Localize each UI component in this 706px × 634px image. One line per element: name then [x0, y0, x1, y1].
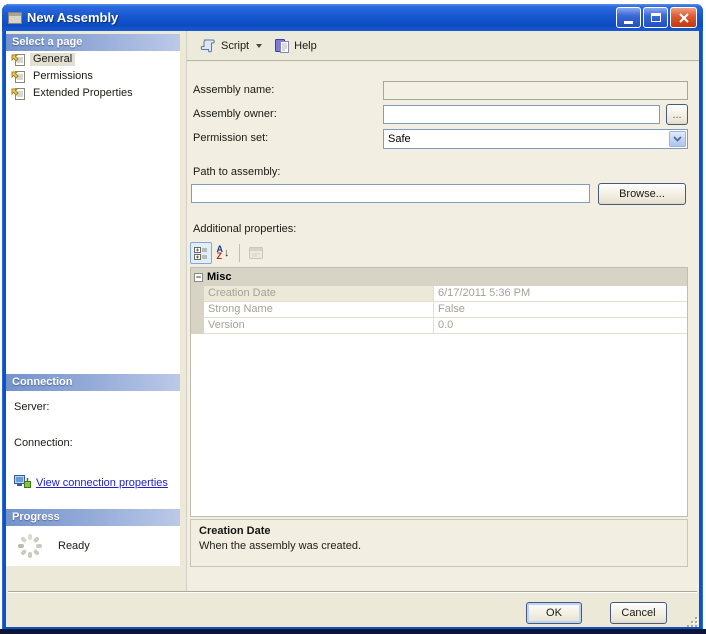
browse-button[interactable]: Browse...: [598, 183, 686, 205]
property-value: 6/17/2011 5:36 PM: [434, 286, 687, 302]
property-description-title: Creation Date: [199, 525, 271, 537]
categorized-icon: [194, 247, 207, 260]
window-title: New Assembly: [27, 10, 119, 25]
permission-set-label: Permission set:: [193, 132, 269, 144]
window-controls: [616, 7, 697, 28]
assembly-name-field: [383, 81, 688, 100]
sidebar-item-label: Extended Properties: [33, 87, 133, 99]
minimize-icon: [624, 21, 633, 24]
view-connection-properties-label: View connection properties: [36, 476, 168, 489]
row-indent: [191, 318, 204, 334]
row-indent: [191, 286, 204, 302]
help-button[interactable]: Help: [270, 36, 321, 56]
property-grid-toolbar: AZ ↓: [190, 241, 267, 265]
row-indent: [191, 302, 204, 318]
property-name: Creation Date: [204, 286, 434, 302]
sidebar-item-extended-properties[interactable]: Extended Properties: [6, 85, 180, 102]
maximize-button[interactable]: [643, 7, 668, 28]
path-to-assembly-label: Path to assembly:: [193, 166, 281, 178]
script-dropdown-icon: [256, 43, 263, 48]
footer-divider: [8, 591, 697, 593]
close-icon: [678, 12, 689, 23]
page-list: General Permissions Extended Properties: [6, 51, 180, 374]
connection-header: Connection: [6, 374, 180, 391]
path-to-assembly-field[interactable]: [191, 184, 590, 203]
progress-header: Progress: [6, 509, 180, 526]
alphabetical-sort-button[interactable]: AZ ↓: [212, 242, 234, 264]
page-icon: [11, 70, 25, 83]
property-description-text: When the assembly was created.: [199, 540, 362, 552]
script-icon: [200, 39, 215, 52]
script-button[interactable]: Script: [195, 36, 266, 56]
progress-spinner-icon: [18, 534, 42, 558]
owner-browse-button[interactable]: ...: [666, 104, 688, 125]
chevron-down-icon: [673, 136, 682, 142]
property-description-pane: Creation Date When the assembly was crea…: [190, 519, 688, 567]
sidebar-item-label: General: [30, 53, 76, 66]
property-name: Strong Name: [204, 302, 434, 318]
maximize-icon: [650, 13, 661, 22]
connection-label: Connection:: [14, 437, 73, 449]
property-grid: − Misc Creation Date 6/17/2011 5:36 PM S…: [190, 267, 688, 517]
property-pages-button: [245, 242, 267, 264]
property-pages-icon: [249, 247, 263, 259]
progress-panel: Ready: [6, 526, 180, 566]
window-bottom-edge: [0, 629, 706, 634]
assembly-owner-label: Assembly owner:: [193, 108, 277, 120]
connection-panel: Server: Connection: View connection prop…: [6, 391, 180, 509]
sort-arrow-icon: ↓: [224, 247, 230, 259]
close-button[interactable]: [670, 7, 697, 28]
assembly-name-label: Assembly name:: [193, 84, 275, 96]
property-row-strong-name[interactable]: Strong Name False: [191, 302, 687, 318]
permission-set-value: Safe: [388, 133, 411, 145]
category-row-misc[interactable]: − Misc: [191, 268, 687, 286]
window-icon: [8, 11, 22, 24]
property-name: Version: [204, 318, 434, 334]
general-page-content: Assembly name: Assembly owner: ... Permi…: [187, 62, 699, 591]
sidebar-item-permissions[interactable]: Permissions: [6, 68, 180, 85]
property-row-creation-date[interactable]: Creation Date 6/17/2011 5:36 PM: [191, 286, 687, 302]
progress-status-row: Ready: [16, 532, 90, 560]
page-icon: [11, 53, 25, 66]
sidebar-item-label: Permissions: [33, 70, 93, 82]
category-label: Misc: [207, 271, 232, 283]
property-value: False: [434, 302, 687, 318]
cancel-button[interactable]: Cancel: [610, 602, 667, 624]
minimize-button[interactable]: [616, 7, 641, 28]
select-a-page-header: Select a page: [6, 34, 180, 51]
assembly-owner-field[interactable]: [383, 105, 660, 124]
toolbar: Script Help: [187, 31, 699, 61]
help-icon: [275, 38, 290, 53]
collapse-icon[interactable]: −: [194, 272, 203, 282]
help-label: Help: [294, 39, 317, 52]
property-row-version[interactable]: Version 0.0: [191, 318, 687, 334]
page-icon: [11, 87, 25, 100]
toolbar-separator: [239, 244, 240, 262]
combo-arrow-button[interactable]: [669, 131, 686, 147]
sidebar-item-general[interactable]: General: [6, 51, 180, 68]
connection-properties-icon: [14, 475, 31, 488]
sort-az-icon: AZ: [216, 244, 224, 261]
server-label: Server:: [14, 401, 50, 413]
view-connection-properties-link[interactable]: View connection properties: [14, 475, 168, 490]
dialog-body: Select a page General Permissions Extend…: [6, 31, 699, 627]
screen: New Assembly Select a page General Permi…: [0, 0, 706, 634]
script-label: Script: [221, 39, 250, 52]
permission-set-select[interactable]: Safe: [383, 129, 688, 149]
categorized-button[interactable]: [190, 242, 212, 264]
new-assembly-dialog: New Assembly Select a page General Permi…: [2, 4, 703, 631]
progress-status-text: Ready: [58, 540, 90, 552]
property-value: 0.0: [434, 318, 687, 334]
titlebar[interactable]: New Assembly: [2, 4, 703, 31]
resize-grip[interactable]: [685, 615, 697, 627]
additional-properties-label: Additional properties:: [193, 223, 297, 235]
ok-button[interactable]: OK: [526, 602, 582, 624]
